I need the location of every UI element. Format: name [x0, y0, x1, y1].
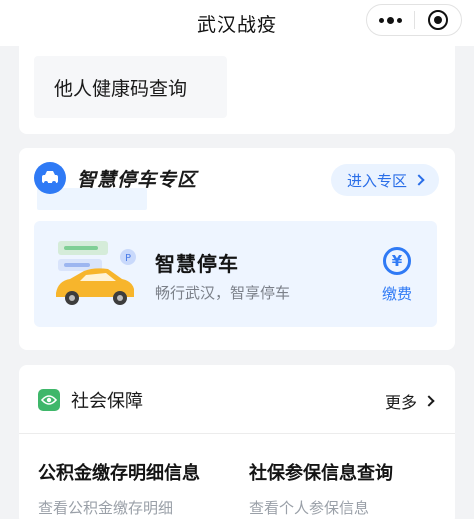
other-health-code-label: 他人健康码查询 [54, 77, 188, 100]
parking-car-illustration: P [56, 241, 136, 305]
svg-text:P: P [125, 253, 131, 264]
health-code-card: 他人健康码查询 [19, 46, 455, 134]
close-miniprogram-button[interactable] [414, 5, 461, 35]
service-item[interactable]: 公积金缴存明细信息 查看公积金缴存明细 [38, 459, 200, 518]
smart-parking-subtitle: 畅行武汉，智享停车 [155, 284, 291, 302]
dot-icon [386, 16, 394, 24]
service-title: 公积金缴存明细信息 [38, 463, 200, 484]
chevron-right-icon [423, 395, 435, 407]
mini-program-capsule [366, 4, 462, 36]
car-icon [34, 162, 66, 194]
service-subtitle: 查看公积金缴存明细 [38, 499, 174, 517]
section-title: 智慧停车专区 [77, 168, 198, 191]
service-subtitle: 查看个人参保信息 [249, 499, 370, 517]
social-security-section: 社会保障 更多 公积金缴存明细信息 查看公积金缴存明细 社保参保信息查询 查看个… [19, 365, 455, 519]
yen-icon: ¥ [383, 247, 411, 275]
smart-parking-card[interactable]: P 智慧停车 畅行武汉，智享停车 ¥ 缴费 [34, 221, 437, 327]
dot-icon [378, 17, 384, 23]
more-label: 更多 [384, 393, 417, 412]
eye-icon [38, 389, 60, 411]
enter-zone-button[interactable]: 进入专区 [331, 164, 439, 196]
page-title: 武汉战疫 [196, 13, 277, 36]
more-button[interactable]: 更多 [384, 389, 435, 413]
section-header: 智慧停车专区 [34, 162, 197, 194]
nav-bar: 武汉战疫 [0, 0, 474, 46]
smart-parking-title: 智慧停车 [155, 252, 239, 276]
service-title: 社保参保信息查询 [249, 463, 393, 484]
pay-button[interactable]: ¥ 缴费 [379, 247, 415, 304]
section-header: 社会保障 [38, 387, 143, 413]
more-options-button[interactable] [367, 5, 414, 35]
divider [19, 433, 455, 434]
pay-label: 缴费 [381, 285, 412, 303]
chevron-right-icon [413, 174, 425, 186]
smart-parking-section: 智慧停车专区 进入专区 P 智慧停车 畅行武汉，智享停车 ¥ 缴费 [19, 148, 455, 350]
target-circle-icon [427, 10, 448, 30]
service-item[interactable]: 社保参保信息查询 查看个人参保信息 [249, 459, 393, 518]
enter-zone-label: 进入专区 [346, 171, 407, 190]
other-health-code-button[interactable]: 他人健康码查询 [34, 56, 227, 118]
dot-icon [396, 17, 402, 23]
section-title: 社会保障 [71, 391, 143, 412]
